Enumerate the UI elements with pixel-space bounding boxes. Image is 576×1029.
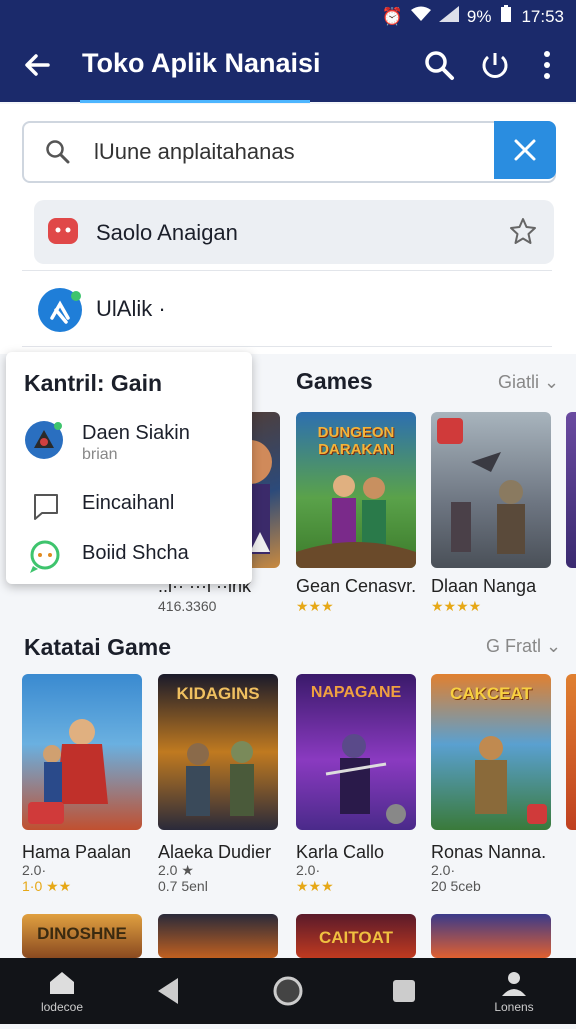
divider [22,270,552,271]
back-arrow-icon[interactable] [22,50,52,80]
game-rating: 2.0· [22,862,47,878]
search-field[interactable]: lUune anplaitahanas [22,121,556,183]
popup-item-label: Eincaihanl [82,492,175,514]
search-icon [44,138,70,164]
battery-icon [499,5,513,28]
game-tile[interactable]: KIDAGINS [158,674,278,830]
chat-bubble-icon [48,218,78,244]
game-name: Ronas Nanna. [431,842,547,862]
game-meta: 416.3360 [158,598,217,614]
bottom-nav-bar: lodecoe Lonens [0,958,576,1024]
game-tile[interactable]: DINOSHNE [22,914,142,958]
popup-title: Kantril: Gain [24,370,163,396]
game-name: Alaeka Dudier [158,842,272,862]
close-icon [514,139,536,161]
game-name: Gean Cenasvr. [296,576,417,596]
popup-item[interactable]: Boiid Shcha [24,536,244,576]
clear-search-button[interactable] [494,121,556,179]
game-tile[interactable] [22,674,142,830]
section-more-link[interactable]: G Fratl ⌄ [486,636,561,657]
popup-item-label: Daen Siakin [82,422,190,444]
popup-item-sublabel: brian [82,446,118,463]
power-icon[interactable] [478,48,512,82]
nav-home-button[interactable] [256,958,320,1024]
suggestion-item[interactable]: UlAlik · [38,286,338,334]
comment-icon [24,486,64,526]
nav-back-button[interactable] [138,958,202,1024]
status-bar: ⏰ 9% 17:53 [0,0,576,30]
chat-icon [24,536,64,576]
chevron-down-icon: ⌄ [544,372,560,392]
section-more-link[interactable]: Giatli ⌄ [498,372,559,393]
nav-home-label: lodecoe [40,1000,84,1014]
popup-item[interactable]: Daen Siakin brian [24,418,244,468]
game-tile[interactable] [431,914,551,958]
game-name: Hama Paalan [22,842,132,862]
game-tile[interactable] [431,412,551,568]
game-tile[interactable] [158,914,278,958]
clock: 17:53 [521,6,564,26]
game-tile[interactable]: CAITOAT [296,914,416,958]
alarm-icon: ⏰ [381,6,403,26]
game-tile[interactable]: CAKCEAT [431,674,551,830]
home-icon [50,972,74,994]
suggestion-label: Saolo Anaigan [96,220,238,245]
app-title: Toko Aplik Nanaisi [82,48,321,78]
game-meta: ★★★ [296,878,334,894]
game-name: Dlaan Nanga [431,576,537,596]
game-rating: ★★★★ [431,598,482,614]
game-rating: ★★★ [296,598,334,614]
more-options-icon[interactable] [530,48,564,82]
popup-item-label: Boiid Shcha [82,542,189,564]
app-icon [38,288,82,332]
chevron-down-icon: ⌄ [546,636,562,656]
game-art-title: DINOSHNE [37,924,127,943]
section-title-games: Games [296,368,373,394]
home-circle-icon [273,976,303,1006]
avatar [24,420,64,460]
suggestion-label: UlAlik · [96,296,166,321]
game-tile[interactable] [566,412,576,568]
recents-square-icon [393,980,415,1002]
signal-icon [438,6,459,27]
nav-recents-button[interactable] [372,958,436,1024]
game-tile[interactable] [566,674,576,830]
active-tab-indicator [80,100,310,103]
popup-item[interactable]: Eincaihanl [24,486,244,526]
star-outline-icon[interactable] [508,216,538,246]
nav-profile[interactable]: Lonens [482,958,546,1024]
game-meta: 20 5ceb [431,878,481,894]
game-tile[interactable]: DUNGEON DARAKAN [296,412,416,568]
search-icon[interactable] [422,48,456,82]
wifi-icon [410,6,431,27]
nav-profile-label: Lonens [494,1000,534,1014]
game-art-title: CAITOAT [319,928,393,947]
game-tile[interactable]: NAPAGANE [296,674,416,830]
back-triangle-icon [158,978,178,1004]
search-input[interactable]: lUune anplaitahanas [94,139,295,165]
game-meta: 1·0 ★★ [22,878,72,894]
battery-percent: 9% [466,6,492,26]
category-popup: Kantril: Gain Daen Siakin brian Eincaiha… [6,352,252,584]
game-meta: 0.7 5enl [158,878,208,894]
section-title-katatai: Katatai Game [24,634,172,660]
nav-home[interactable]: lodecoe [30,958,94,1024]
game-rating: 2.0· [431,862,456,878]
suggestion-item[interactable]: Saolo Anaigan [34,200,554,264]
person-icon [502,972,526,996]
divider [22,346,552,347]
game-rating: 2.0· [296,862,321,878]
app-bar: Toko Aplik Nanaisi [0,30,576,102]
game-rating: 2.0 ★ [158,862,194,878]
game-name: Karla Callo [296,842,385,862]
